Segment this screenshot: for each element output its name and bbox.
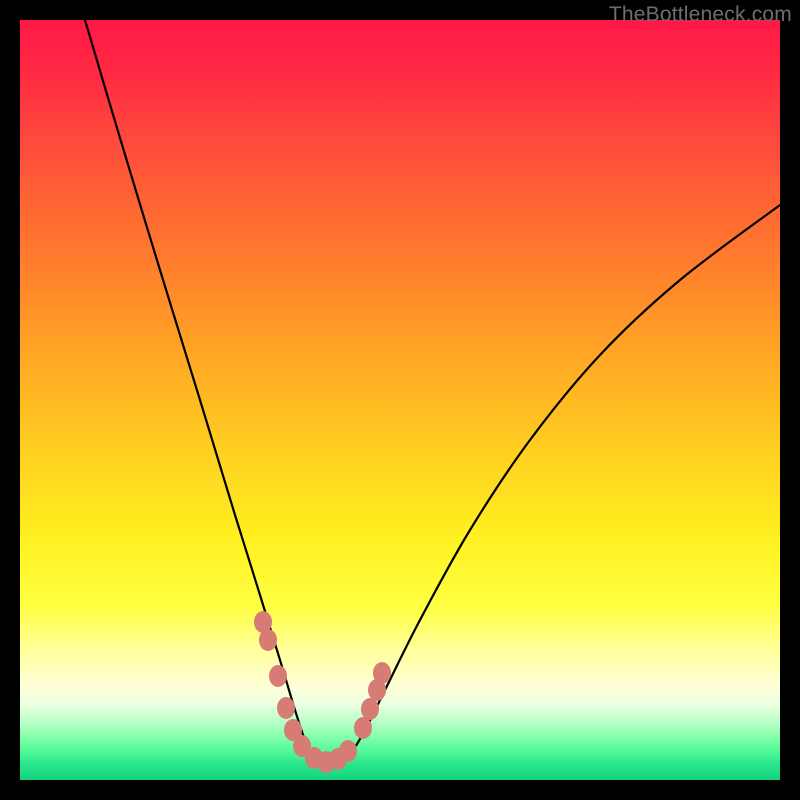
- plot-area: [20, 20, 780, 780]
- curve-marker: [339, 740, 357, 762]
- curve-marker: [361, 698, 379, 720]
- curve-marker: [354, 717, 372, 739]
- curve-marker: [259, 629, 277, 651]
- curve-marker: [373, 662, 391, 684]
- bottleneck-curve-path: [85, 20, 780, 765]
- bottleneck-curve-svg: [20, 20, 780, 780]
- watermark-text: TheBottleneck.com: [609, 3, 792, 27]
- marker-group: [254, 611, 391, 773]
- curve-marker: [277, 697, 295, 719]
- curve-marker: [269, 665, 287, 687]
- chart-frame: TheBottleneck.com: [0, 0, 800, 800]
